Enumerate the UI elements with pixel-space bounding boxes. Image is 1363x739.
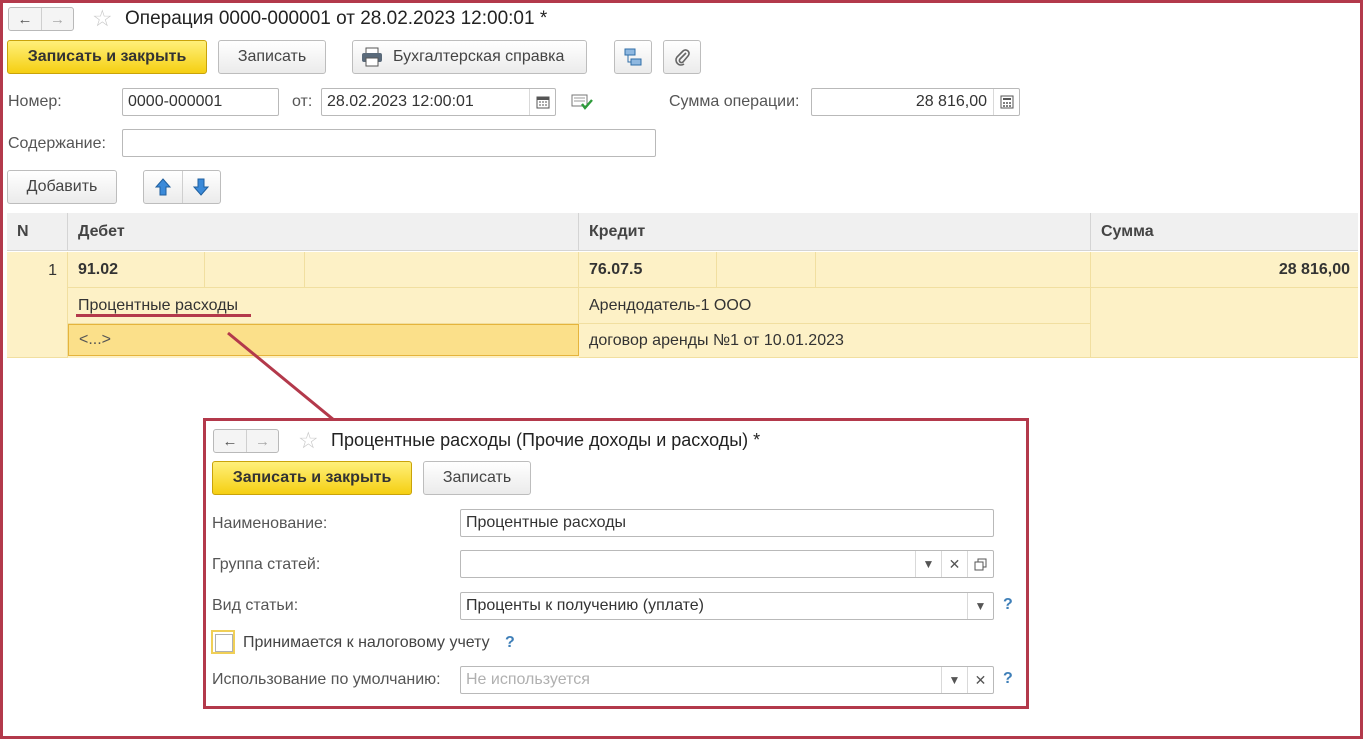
- clear-icon[interactable]: ✕: [967, 667, 993, 693]
- dialog-nav-buttons: ← →: [213, 429, 279, 453]
- dialog-save-close-button[interactable]: Записать и закрыть: [212, 461, 412, 495]
- default-usage-field[interactable]: Не используется ▼ ✕: [460, 666, 994, 694]
- name-field[interactable]: Процентные расходы: [460, 509, 994, 537]
- kind-value: Проценты к получению (уплате): [466, 597, 704, 614]
- tax-accounting-label[interactable]: Принимается к налоговому учету: [243, 634, 490, 652]
- kind-field[interactable]: Проценты к получению (уплате) ▼: [460, 592, 994, 620]
- name-value: Процентные расходы: [466, 514, 627, 531]
- default-usage-label: Использование по умолчанию:: [212, 671, 441, 688]
- tax-help-icon[interactable]: ?: [505, 634, 515, 652]
- forward-arrow-icon[interactable]: →: [246, 430, 278, 452]
- dialog-title: Процентные расходы (Прочие доходы и расх…: [331, 430, 761, 450]
- kind-help-icon[interactable]: ?: [1003, 596, 1013, 614]
- group-label: Группа статей:: [212, 556, 321, 573]
- default-usage-placeholder: Не используется: [466, 671, 590, 688]
- dropdown-icon[interactable]: ▼: [941, 667, 967, 693]
- dialog-save-button[interactable]: Записать: [423, 461, 531, 495]
- item-dialog: ← → ☆ Процентные расходы (Прочие доходы …: [203, 418, 1029, 709]
- tax-accounting-checkbox[interactable]: [211, 630, 235, 654]
- back-arrow-icon[interactable]: ←: [214, 430, 246, 452]
- favorite-star-icon[interactable]: ☆: [298, 428, 319, 452]
- dropdown-icon[interactable]: ▼: [967, 593, 993, 619]
- kind-label: Вид статьи:: [212, 597, 299, 614]
- clear-icon[interactable]: ✕: [941, 551, 967, 577]
- name-label: Наименование:: [212, 515, 328, 532]
- open-icon[interactable]: [967, 551, 993, 577]
- default-usage-help-icon[interactable]: ?: [1003, 670, 1013, 688]
- dropdown-icon[interactable]: ▼: [915, 551, 941, 577]
- group-field[interactable]: ▼ ✕: [460, 550, 994, 578]
